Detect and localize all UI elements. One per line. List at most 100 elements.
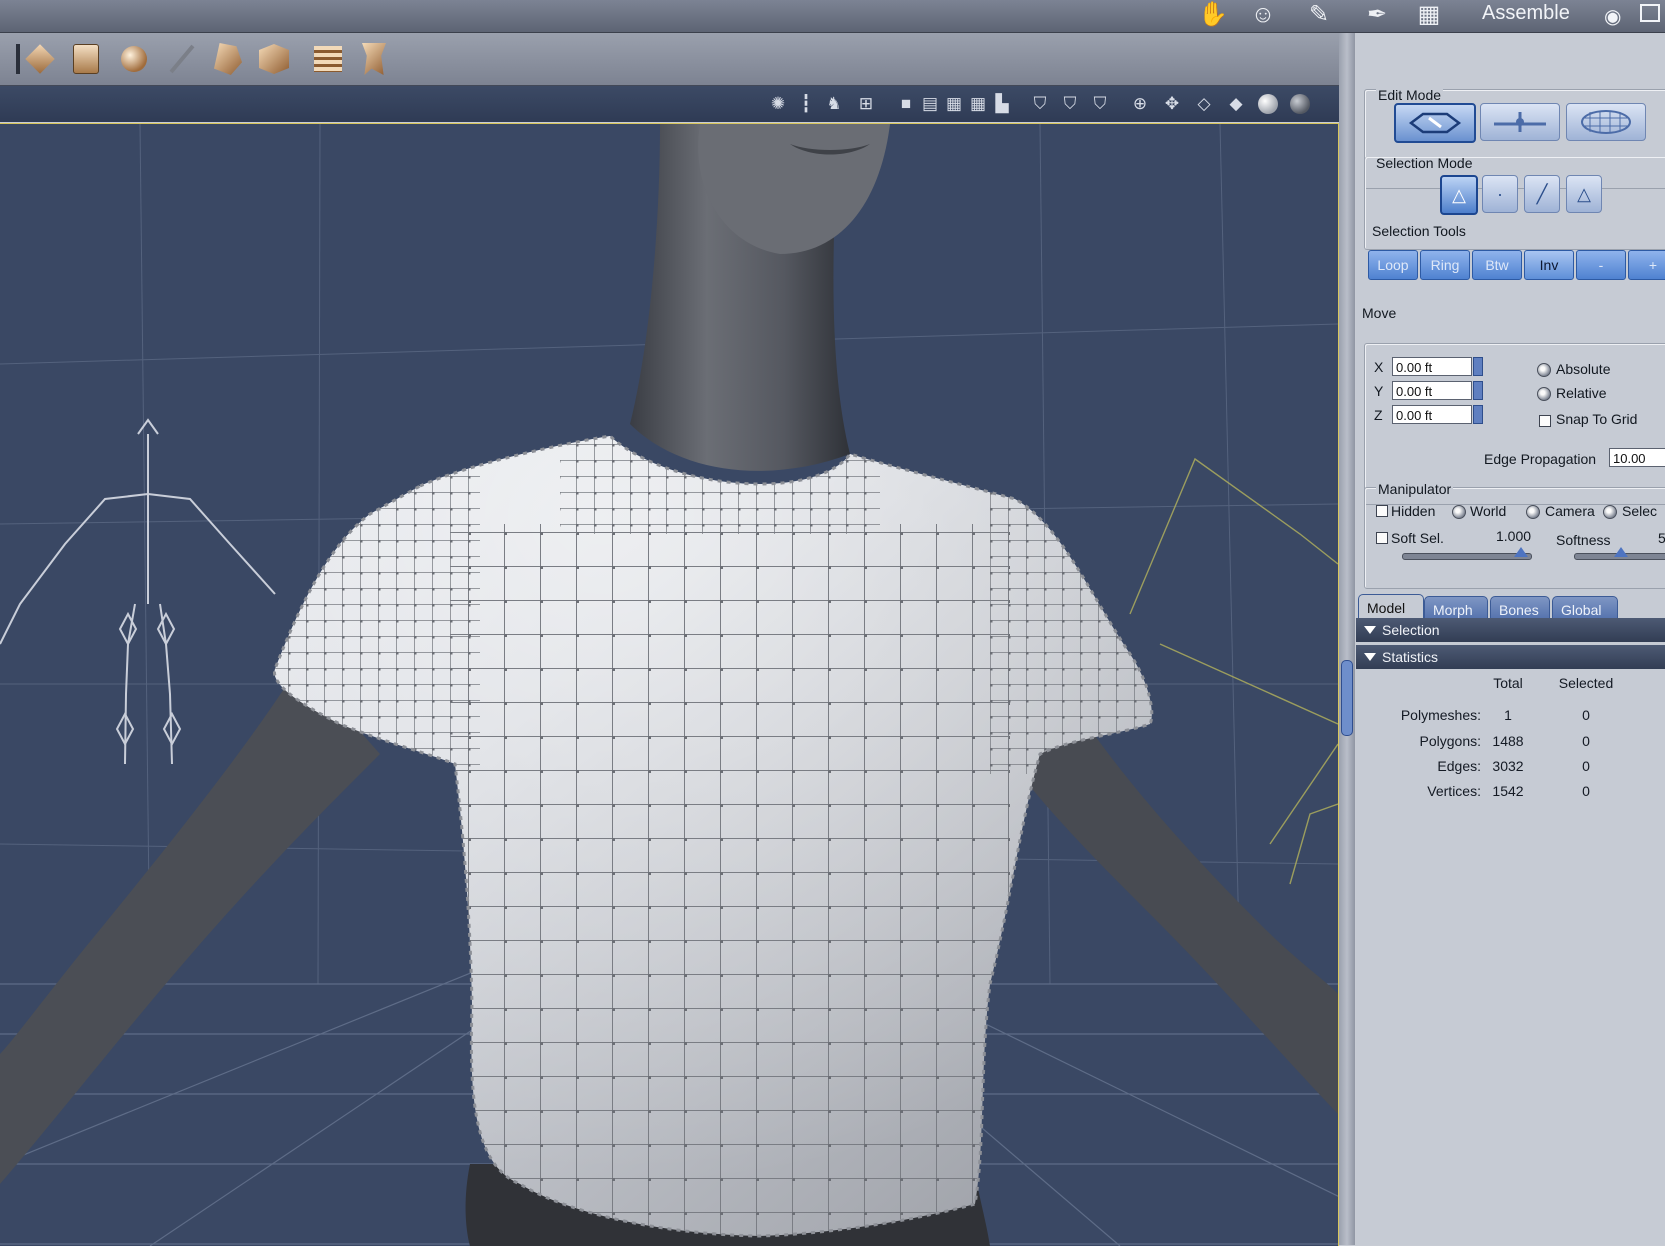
z-spinner[interactable]: [1473, 405, 1483, 424]
torso-icon[interactable]: [356, 41, 392, 77]
snap-to-grid-checkbox[interactable]: [1539, 415, 1551, 427]
eye-icon[interactable]: ◉: [1604, 4, 1621, 29]
soft-sel-slider-thumb[interactable]: [1514, 547, 1528, 557]
figure-icon[interactable]: [210, 41, 246, 77]
stat-selected: 0: [1582, 707, 1590, 723]
camera-radio[interactable]: [1526, 505, 1540, 519]
softness-value: 5: [1658, 530, 1665, 546]
move-icon[interactable]: ✥: [1162, 94, 1182, 114]
table-row: Vertices: 1542 0: [1356, 783, 1665, 807]
layout-5-icon[interactable]: ▙: [992, 94, 1012, 114]
z-label: Z: [1374, 407, 1383, 423]
tool-bar: [0, 33, 1340, 86]
grid-icon[interactable]: ⊞: [856, 94, 876, 114]
splitter-handle[interactable]: [1341, 660, 1353, 736]
hidden-label: Hidden: [1391, 503, 1436, 519]
light-icon[interactable]: ✺: [768, 94, 788, 114]
z-field[interactable]: 0.00 ft: [1392, 405, 1472, 424]
selection-radio[interactable]: [1603, 505, 1617, 519]
relative-radio[interactable]: [1537, 387, 1551, 401]
cube-solid-icon[interactable]: ◆: [1226, 94, 1246, 114]
bag-icon[interactable]: [68, 41, 104, 77]
selection-section-header[interactable]: Selection: [1356, 618, 1665, 642]
select-vertex-button[interactable]: ·: [1482, 175, 1518, 213]
box-icon[interactable]: [22, 41, 58, 77]
edge-propagation-field[interactable]: 10.00: [1609, 448, 1665, 467]
tab-bones[interactable]: Bones: [1490, 596, 1550, 620]
puzzle-icon[interactable]: [256, 41, 292, 77]
ring-button[interactable]: Ring: [1420, 250, 1470, 280]
select-face-button[interactable]: △: [1566, 175, 1602, 213]
hand-icon[interactable]: ✋: [1196, 2, 1230, 28]
panel-splitter[interactable]: [1339, 33, 1355, 1245]
room-name[interactable]: Assemble: [1482, 2, 1570, 25]
loop-button[interactable]: Loop: [1368, 250, 1418, 280]
sphere-icon[interactable]: [116, 41, 152, 77]
brush-icon[interactable]: ✎: [1302, 2, 1336, 28]
stat-total: 1488: [1492, 733, 1524, 749]
sphere-lit-icon[interactable]: [1258, 94, 1278, 114]
room-bar: ✋ ☺ ✎ ✒ ▦ Assemble ◉: [0, 0, 1665, 33]
layout-1-icon[interactable]: ■: [896, 94, 916, 114]
tab-global[interactable]: Global: [1552, 596, 1618, 620]
camera-icon[interactable]: ┇: [796, 94, 816, 114]
absolute-radio[interactable]: [1537, 363, 1551, 377]
figure-icon[interactable]: ♞: [824, 94, 844, 114]
soft-sel-checkbox[interactable]: [1376, 532, 1388, 544]
pen-icon[interactable]: ✒: [1360, 2, 1394, 28]
between-button[interactable]: Btw: [1472, 250, 1522, 280]
edit-mode-paint-button[interactable]: [1566, 103, 1646, 141]
tab-morph[interactable]: Morph: [1424, 596, 1488, 620]
cube-wire-icon[interactable]: ◇: [1194, 94, 1214, 114]
stat-total: 1542: [1492, 783, 1524, 799]
navigate-icon[interactable]: ⊕: [1130, 94, 1150, 114]
soft-sel-slider[interactable]: [1402, 553, 1532, 560]
shield-2-icon[interactable]: ⛉: [1060, 94, 1080, 114]
bones-icon: [1494, 112, 1546, 132]
triangle-icon: △: [1452, 185, 1466, 205]
3d-viewport[interactable]: [0, 123, 1339, 1246]
selection-mode-title: Selection Mode: [1376, 155, 1473, 171]
table-row: Edges: 3032 0: [1356, 758, 1665, 782]
statistics-section-header[interactable]: Statistics: [1356, 645, 1665, 669]
y-spinner[interactable]: [1473, 381, 1483, 400]
tab-model[interactable]: Model: [1358, 594, 1424, 620]
face-icon[interactable]: ☺: [1246, 2, 1280, 28]
stat-total: 1: [1504, 707, 1512, 723]
table-row: Polymeshes: 1 0: [1356, 707, 1665, 731]
edit-mode-bones-button[interactable]: [1480, 103, 1560, 141]
statistics-header-row: Total Selected: [1356, 675, 1665, 699]
layout-2-icon[interactable]: ▤: [920, 94, 940, 114]
x-spinner[interactable]: [1473, 357, 1483, 376]
x-field[interactable]: 0.00 ft: [1392, 357, 1472, 376]
softness-label: Softness: [1556, 532, 1611, 548]
snap-to-grid-label: Snap To Grid: [1556, 411, 1638, 427]
stat-selected: 0: [1582, 758, 1590, 774]
edit-mode-title: Edit Mode: [1376, 87, 1444, 103]
shrink-button[interactable]: -: [1576, 250, 1626, 280]
select-edge-button[interactable]: ╱: [1524, 175, 1560, 213]
properties-panel: Edit Mode Selection Mode △ · ╱ △ Selecti…: [1356, 33, 1665, 1245]
hidden-checkbox[interactable]: [1376, 505, 1388, 517]
stat-selected: 0: [1582, 733, 1590, 749]
softness-slider-thumb[interactable]: [1614, 547, 1628, 557]
edit-mode-polygon-button[interactable]: [1394, 103, 1476, 143]
layout-4-icon[interactable]: ▦: [968, 94, 988, 114]
grow-button[interactable]: +: [1628, 250, 1665, 280]
select-polygon-button[interactable]: △: [1440, 175, 1478, 215]
panel-icon[interactable]: [310, 41, 346, 77]
shield-3-icon[interactable]: ⛉: [1090, 94, 1110, 114]
edge-icon: ╱: [1536, 184, 1548, 204]
scene-canvas[interactable]: [0, 124, 1338, 1246]
film-icon[interactable]: ▦: [1412, 2, 1446, 28]
y-field[interactable]: 0.00 ft: [1392, 381, 1472, 400]
layout-3-icon[interactable]: ▦: [944, 94, 964, 114]
window-icon[interactable]: [1640, 4, 1660, 22]
sphere-dark-icon[interactable]: [1290, 94, 1310, 114]
shield-1-icon[interactable]: ⛉: [1030, 94, 1050, 114]
col-selected: Selected: [1558, 675, 1614, 691]
invert-button[interactable]: Inv: [1524, 250, 1574, 280]
world-radio[interactable]: [1452, 505, 1466, 519]
wand-icon[interactable]: [164, 41, 200, 77]
stat-selected: 0: [1582, 783, 1590, 799]
